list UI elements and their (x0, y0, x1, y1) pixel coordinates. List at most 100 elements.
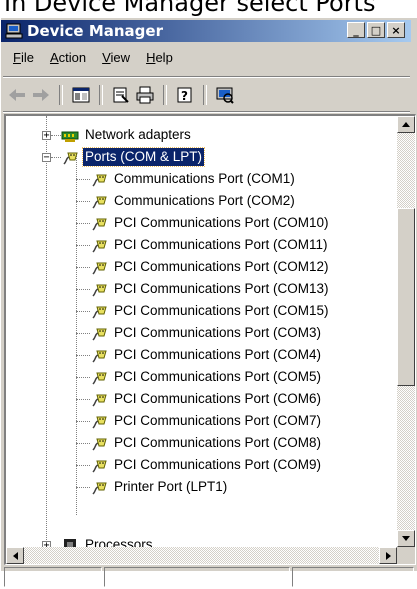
tree-connector (76, 245, 90, 246)
properties-icon[interactable] (109, 84, 133, 106)
device-manager-window: Device Manager _ □ × File Action View He… (0, 18, 417, 587)
print-icon[interactable] (133, 84, 157, 106)
maximize-button[interactable]: □ (367, 22, 385, 38)
port-icon (92, 174, 107, 187)
tree-node-port[interactable]: PCI Communications Port (COM7) (90, 410, 323, 432)
tree-node-label: Network adapters (85, 127, 191, 142)
menu-divider (3, 76, 410, 78)
tree-node-port[interactable]: PCI Communications Port (COM3) (90, 322, 323, 344)
port-icon (92, 262, 107, 275)
tree-node-port[interactable]: PCI Communications Port (COM13) (90, 278, 331, 300)
toolbar-separator (99, 85, 103, 105)
tree-node-ports[interactable]: Ports (COM & LPT) (61, 146, 206, 168)
tree-node-label: PCI Communications Port (COM4) (114, 347, 322, 362)
menu-bar: File Action View Help (5, 46, 410, 68)
tree-node-label: Printer Port (LPT1) (114, 479, 228, 494)
arrow-down-icon (402, 536, 410, 541)
arrow-up-icon (402, 122, 410, 127)
tree-connector (76, 355, 90, 356)
port-icon (92, 350, 107, 363)
tree-connector (76, 421, 90, 422)
tree-connector (76, 465, 90, 466)
status-bar (4, 567, 416, 589)
window-title: Device Manager (27, 22, 163, 40)
menu-action[interactable]: Action (42, 48, 94, 67)
tree-node-processors[interactable]: Processors (61, 534, 155, 547)
tree-connector (51, 135, 61, 136)
collapse-ports[interactable]: − (42, 153, 51, 163)
tree-node-port[interactable]: PCI Communications Port (COM15) (90, 300, 331, 322)
tree-connector (51, 157, 61, 158)
tree-node-label: Communications Port (COM2) (114, 193, 295, 208)
forward-icon[interactable] (29, 84, 53, 106)
port-icon (92, 240, 107, 253)
minimize-button[interactable]: _ (347, 22, 365, 38)
scrollbar-corner (397, 547, 415, 564)
port-icon (92, 394, 107, 407)
tree-node-label: PCI Communications Port (COM12) (114, 259, 329, 274)
tree-connector (76, 179, 90, 180)
port-icon (92, 218, 107, 231)
tree-connector (76, 487, 90, 488)
menu-view[interactable]: View (94, 48, 138, 67)
status-pane-3 (292, 567, 414, 587)
toolbar-separator (163, 85, 167, 105)
tree-connector (76, 201, 90, 202)
expand-network-adapters[interactable]: + (42, 131, 51, 141)
scan-hardware-icon[interactable] (213, 84, 237, 106)
tree-node-port[interactable]: PCI Communications Port (COM12) (90, 256, 331, 278)
processor-icon (64, 539, 76, 547)
scroll-right-button[interactable] (379, 547, 397, 564)
tree-node-label: PCI Communications Port (COM10) (114, 215, 329, 230)
network-adapter-icon (61, 131, 79, 142)
scroll-thumb[interactable] (397, 208, 415, 386)
tree-node-port[interactable]: PCI Communications Port (COM9) (90, 454, 323, 476)
back-icon[interactable] (5, 84, 29, 106)
menu-file[interactable]: File (5, 48, 42, 67)
show-hide-console-tree-icon[interactable] (69, 84, 93, 106)
port-icon (92, 482, 107, 495)
tree-node-label: PCI Communications Port (COM3) (114, 325, 322, 340)
tree-node-label: Communications Port (COM1) (114, 171, 295, 186)
status-pane-1 (4, 567, 102, 587)
port-icon (92, 196, 107, 209)
tree-node-port[interactable]: Printer Port (LPT1) (90, 476, 229, 498)
vertical-scrollbar[interactable] (397, 116, 415, 547)
port-icon (92, 460, 107, 473)
tree-node-label: PCI Communications Port (COM9) (114, 457, 322, 472)
tree-node-label: Processors (85, 537, 153, 547)
tree-node-label: Ports (COM & LPT) (81, 147, 206, 167)
port-icon (92, 438, 107, 451)
scroll-up-button[interactable] (397, 116, 415, 133)
port-icon (92, 328, 107, 341)
title-bar[interactable]: Device Manager _ □ × (1, 20, 411, 42)
svg-text:?: ? (181, 89, 188, 103)
tree-node-port[interactable]: Communications Port (COM2) (90, 190, 297, 212)
port-icon (92, 306, 107, 319)
tree-connector (76, 311, 90, 312)
tree-connector (46, 116, 47, 547)
scroll-down-button[interactable] (397, 530, 415, 547)
scroll-left-button[interactable] (6, 547, 24, 564)
tree-node-label: PCI Communications Port (COM11) (114, 237, 328, 252)
tree-node-label: PCI Communications Port (COM6) (114, 391, 322, 406)
tree-node-port[interactable]: PCI Communications Port (COM5) (90, 366, 323, 388)
tree-node-port[interactable]: PCI Communications Port (COM4) (90, 344, 323, 366)
horizontal-scrollbar[interactable] (6, 547, 397, 564)
menu-help[interactable]: Help (138, 48, 181, 67)
tree-node-port[interactable]: PCI Communications Port (COM10) (90, 212, 331, 234)
help-icon[interactable]: ? (173, 84, 197, 106)
tree-node-port[interactable]: Communications Port (COM1) (90, 168, 297, 190)
toolbar-separator (203, 85, 207, 105)
tree-node-label: PCI Communications Port (COM13) (114, 281, 329, 296)
tree-node-port[interactable]: PCI Communications Port (COM11) (90, 234, 330, 256)
tree-node-port[interactable]: PCI Communications Port (COM8) (90, 432, 323, 454)
device-tree-panel: + Network adapters − Ports (COM & LPT) C… (4, 114, 416, 565)
tree-node-port[interactable]: PCI Communications Port (COM6) (90, 388, 323, 410)
tree-node-network-adapters[interactable]: Network adapters (61, 124, 193, 146)
device-tree: + Network adapters − Ports (COM & LPT) C… (6, 116, 395, 547)
toolbar-divider (3, 111, 410, 113)
close-button[interactable]: × (387, 22, 405, 38)
tree-connector (76, 289, 90, 290)
tree-connector (76, 377, 90, 378)
